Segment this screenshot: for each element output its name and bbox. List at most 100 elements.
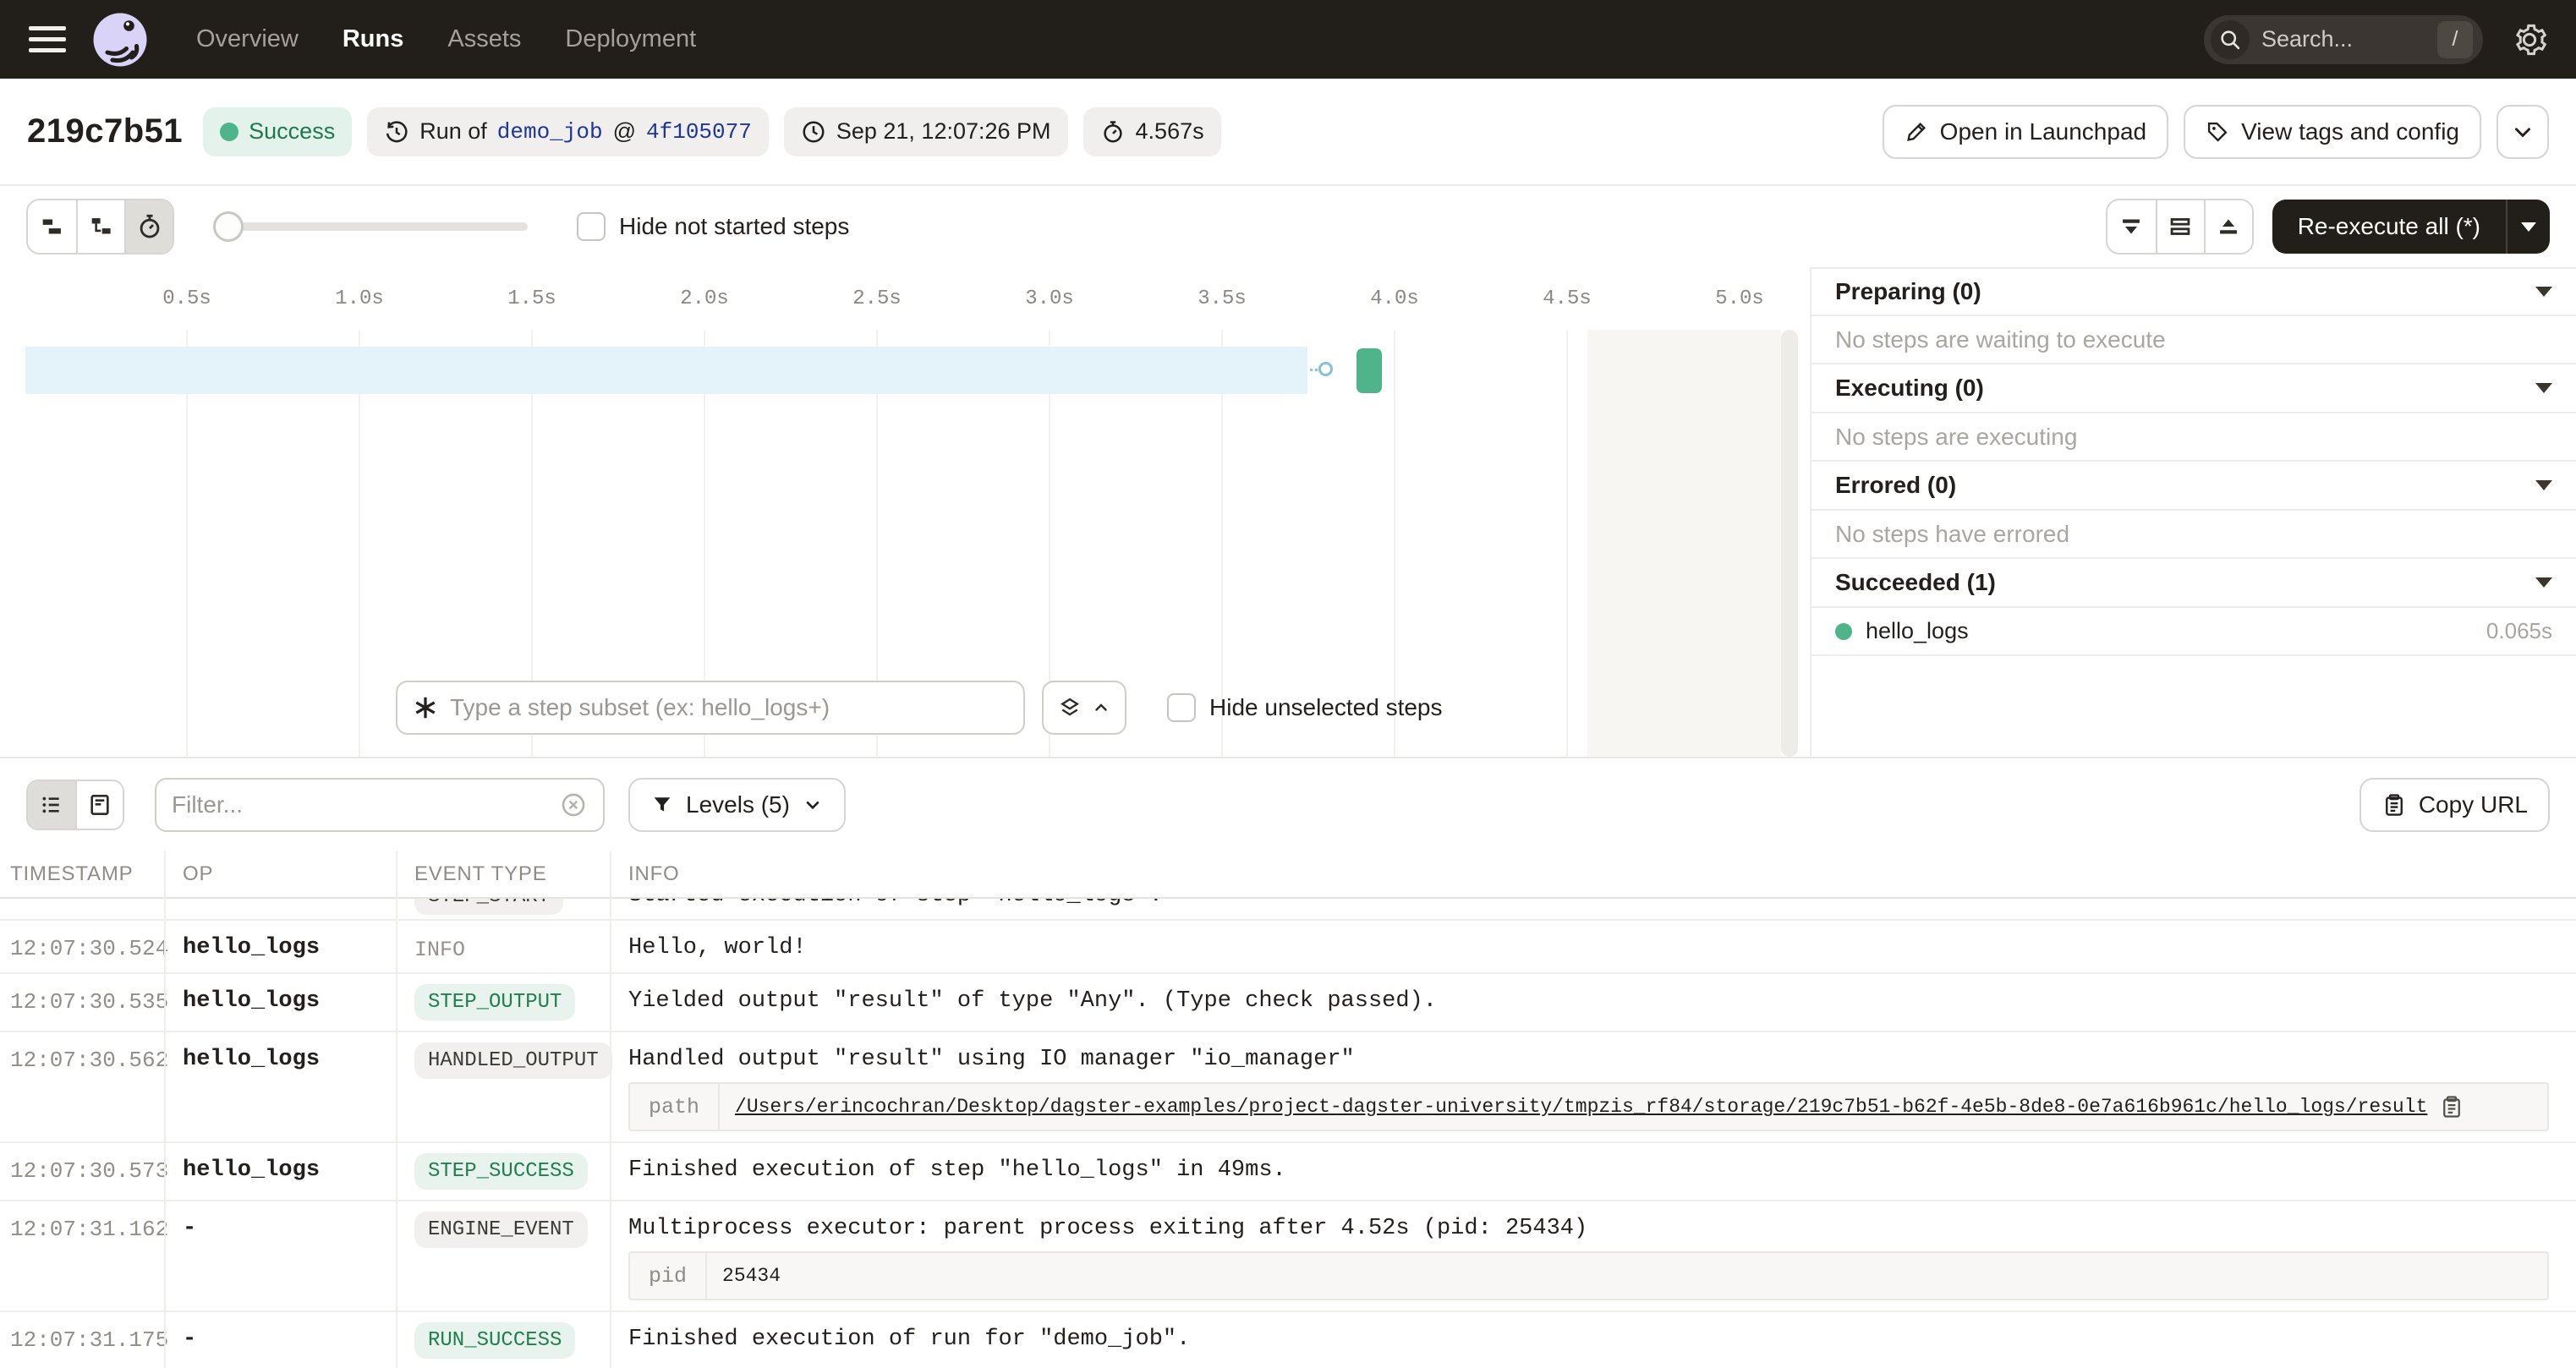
split-panels-button[interactable] <box>2156 200 2204 253</box>
axis-tick-label: 3.0s <box>1025 287 1074 310</box>
copy-url-button[interactable]: Copy URL <box>2360 778 2550 832</box>
panel-section-header-3[interactable]: Succeeded (1) <box>1811 559 2576 608</box>
search-shortcut-key: / <box>2437 21 2473 58</box>
settings-gear-icon[interactable] <box>2512 22 2547 57</box>
axis-tick-label: 2.0s <box>680 287 729 310</box>
copy-path-icon[interactable] <box>2439 1094 2464 1119</box>
op-selector-icon <box>413 695 438 720</box>
metadata-box: pid25434 <box>628 1251 2549 1300</box>
header-timestamp: TIMESTAMP <box>0 862 164 886</box>
panel-section-header-2[interactable]: Errored (0) <box>1811 462 2576 511</box>
table-row[interactable]: 12:07:30.535hello_logsSTEP_OUTPUTYielded… <box>0 974 2576 1032</box>
hide-unselected-checkbox[interactable] <box>1167 693 1196 722</box>
run-id-title: 219c7b51 <box>27 112 183 150</box>
table-row[interactable]: 12:07:30.524hello_logsINFOHello, world! <box>0 921 2576 974</box>
pencil-icon <box>1905 120 1928 144</box>
expand-top-panel-button[interactable] <box>2204 200 2252 253</box>
run-duration-tag: 4.567s <box>1083 107 1221 156</box>
global-search[interactable]: / <box>2204 15 2483 64</box>
panel-empty-state: No steps have errored <box>1811 511 2576 559</box>
step-status-panel: Preparing (0)No steps are waiting to exe… <box>1810 267 2576 757</box>
step-subset-input[interactable] <box>450 694 1008 721</box>
search-icon <box>2211 20 2250 59</box>
search-input[interactable] <box>2250 26 2437 52</box>
panel-up-icon <box>2214 212 2243 241</box>
table-row[interactable]: 12:07:31.162-ENGINE_EVENTMultiprocess ex… <box>0 1201 2576 1312</box>
chevron-down-icon <box>802 794 824 816</box>
nav-tabs: Overview Runs Assets Deployment <box>196 25 696 53</box>
layers-icon <box>1057 695 1082 720</box>
panel-section-header-0[interactable]: Preparing (0) <box>1811 267 2576 316</box>
step-success-dot-icon <box>1835 623 1852 640</box>
hamburger-menu-icon[interactable] <box>29 26 66 52</box>
hide-not-started-checkbox[interactable] <box>577 212 606 241</box>
log-message: Hello, world! <box>628 935 2549 960</box>
log-rows: STEP_STARTStarted execution of step "hel… <box>0 899 2576 1368</box>
open-in-launchpad-button[interactable]: Open in Launchpad <box>1883 105 2168 159</box>
panel-down-icon <box>2117 212 2146 241</box>
header-info: INFO <box>610 862 2576 886</box>
expand-bottom-panel-button[interactable] <box>2107 200 2156 253</box>
log-row-content: STEP_STARTStarted execution of step "hel… <box>0 899 2576 921</box>
reexecute-split-button: Re-execute all (*) <box>2272 200 2550 254</box>
gantt-scrollbar[interactable] <box>1781 330 1798 757</box>
panel-section-header-1[interactable]: Executing (0) <box>1811 364 2576 413</box>
job-name-link[interactable]: demo_job <box>497 119 603 145</box>
metadata-path-link[interactable]: /Users/erincochran/Desktop/dagster-examp… <box>735 1096 2427 1118</box>
structured-log-view-button[interactable] <box>28 781 75 829</box>
stopwatch-icon <box>135 212 164 241</box>
event-type-badge: ENGINE_EVENT <box>414 1212 588 1248</box>
step-name: hello_logs <box>1866 618 2473 644</box>
nav-tab-assets[interactable]: Assets <box>447 25 521 53</box>
dagster-logo[interactable] <box>90 9 151 70</box>
event-type-badge: RUN_SUCCESS <box>414 1322 575 1359</box>
nav-tab-overview[interactable]: Overview <box>196 25 299 53</box>
raw-log-view-button[interactable] <box>75 781 123 829</box>
log-filter-input[interactable] <box>172 791 549 818</box>
chevron-down-icon <box>2535 480 2552 490</box>
panel-section-title: Preparing (0) <box>1835 278 1981 305</box>
run-status-badge: Success <box>203 107 352 156</box>
panel-step-row[interactable]: hello_logs0.065s <box>1811 608 2576 656</box>
table-row[interactable]: 12:07:31.175-RUN_SUCCESSFinished executi… <box>0 1312 2576 1368</box>
flat-gantt-icon <box>38 212 67 241</box>
view-tags-config-button[interactable]: View tags and config <box>2184 105 2481 159</box>
graph-query-toggle-button[interactable] <box>1042 681 1126 735</box>
flat-view-button[interactable] <box>28 200 76 253</box>
reexecute-all-button[interactable]: Re-execute all (*) <box>2272 200 2506 254</box>
levels-dropdown-button[interactable]: Levels (5) <box>628 778 846 832</box>
metadata-text: 25434 <box>722 1265 781 1287</box>
panel-section-title: Executing (0) <box>1835 375 1984 402</box>
event-type-badge: STEP_OUTPUT <box>414 984 575 1021</box>
gantt-waiting-band <box>25 347 1307 394</box>
log-event-type: RUN_SUCCESS <box>396 1322 610 1359</box>
timed-view-button[interactable] <box>124 200 173 253</box>
filter-funnel-icon <box>650 793 674 817</box>
run-more-actions-button[interactable] <box>2497 105 2549 159</box>
panel-layout-group <box>2106 199 2254 254</box>
run-timestamp-tag: Sep 21, 12:07:26 PM <box>784 107 1068 156</box>
chevron-down-icon <box>2510 119 2535 145</box>
step-subset-inputbox <box>396 681 1025 735</box>
reexecute-options-button[interactable] <box>2506 200 2550 254</box>
gantt-zoom-slider[interactable] <box>216 222 528 231</box>
slider-thumb[interactable] <box>213 211 244 242</box>
log-op-name: hello_logs <box>164 1153 396 1183</box>
clear-filter-icon[interactable] <box>559 791 588 819</box>
nav-tab-deployment[interactable]: Deployment <box>565 25 696 53</box>
log-info: Finished execution of step "hello_logs" … <box>610 1153 2576 1183</box>
table-row[interactable]: 12:07:30.562hello_logsHANDLED_OUTPUTHand… <box>0 1032 2576 1143</box>
axis-tick-label: 0.5s <box>162 287 211 310</box>
gantt-offrun-region <box>1587 330 1781 757</box>
chevron-up-icon <box>1091 698 1111 718</box>
log-filter-box <box>155 778 605 832</box>
document-icon <box>86 791 113 818</box>
chevron-down-icon <box>2535 577 2552 588</box>
snapshot-id-link[interactable]: 4f105077 <box>646 119 752 145</box>
nav-tab-runs[interactable]: Runs <box>343 25 404 53</box>
table-row[interactable]: 12:07:30.573hello_logsSTEP_SUCCESSFinish… <box>0 1143 2576 1201</box>
waterfall-view-button[interactable] <box>76 200 124 253</box>
gantt-step-marker-icon <box>1318 362 1333 376</box>
log-message: Yielded output "result" of type "Any". (… <box>628 988 2549 1014</box>
gantt-step-bar-hello-logs[interactable] <box>1357 348 1382 393</box>
